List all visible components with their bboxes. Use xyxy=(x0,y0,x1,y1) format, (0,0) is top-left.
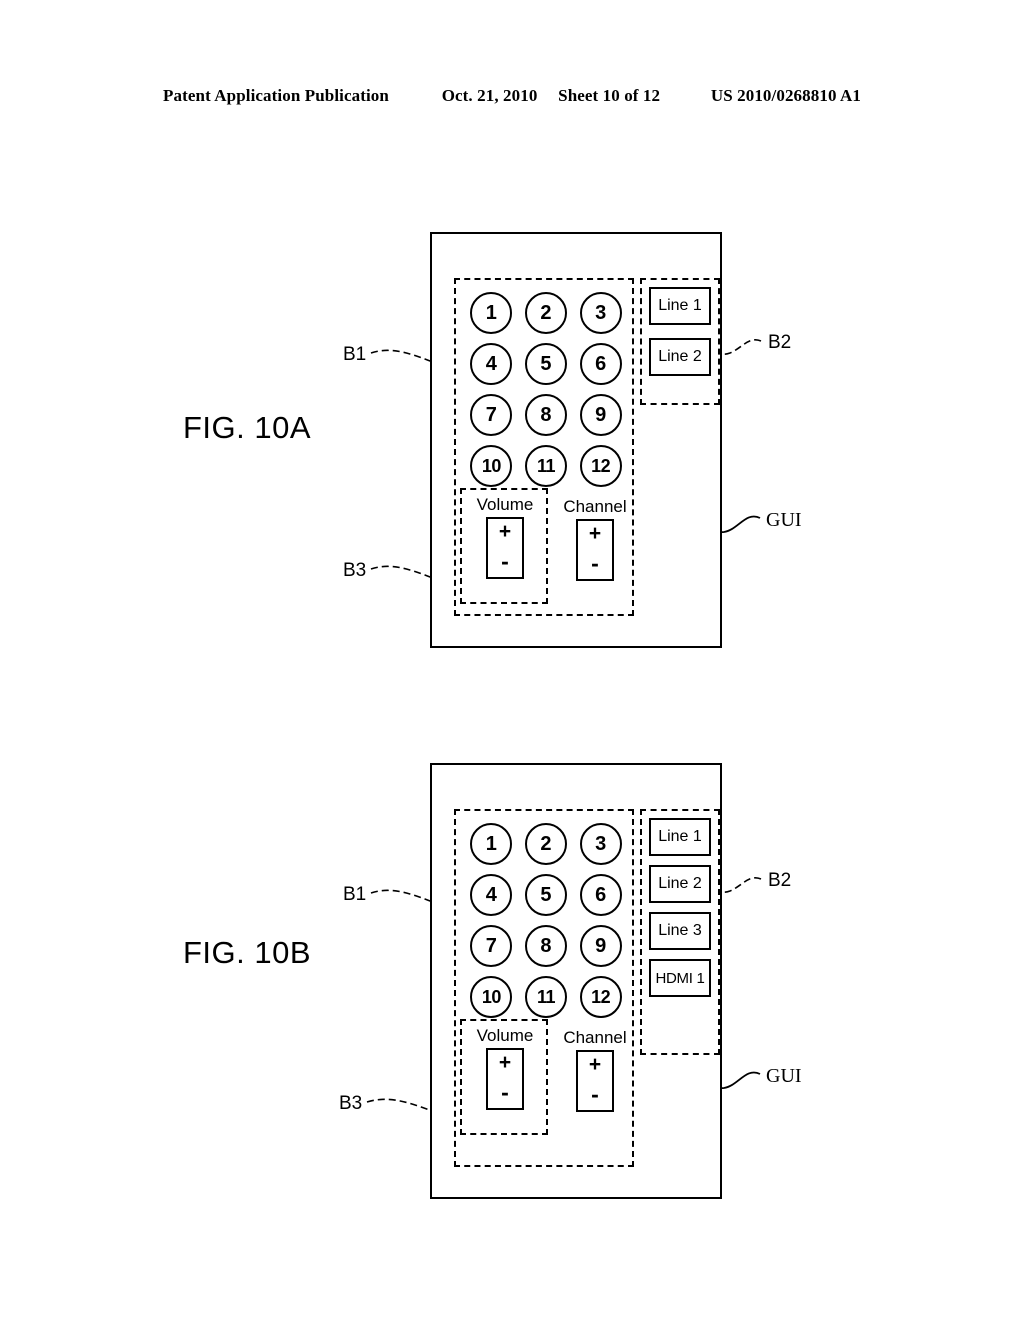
source-button-line-3[interactable]: Line 3 xyxy=(649,912,711,950)
figure-10b: FIG. 10B 1 2 3 4 5 6 7 8 9 10 11 12 Volu… xyxy=(0,735,1024,1235)
reference-label-b1: B1 xyxy=(343,344,367,365)
reference-label-gui: GUI xyxy=(766,509,802,531)
reference-label-b3: B3 xyxy=(339,1093,363,1114)
key-2[interactable]: 2 xyxy=(524,823,567,865)
publication-date: Oct. 21, 2010 xyxy=(441,86,538,105)
key-9[interactable]: 9 xyxy=(579,394,622,436)
key-8[interactable]: 8 xyxy=(524,925,567,967)
keypad-row: 1 2 3 xyxy=(456,823,636,865)
channel-down-button[interactable]: - xyxy=(591,1082,599,1106)
b3-volume-region: Volume + - xyxy=(460,1019,548,1135)
reference-label-b3: B3 xyxy=(343,560,367,581)
control-strip: Volume + - Channel + - xyxy=(456,1019,636,1135)
key-10[interactable]: 10 xyxy=(470,976,513,1018)
figure-10b-caption: FIG. 10B xyxy=(183,935,312,970)
key-1[interactable]: 1 xyxy=(470,292,513,334)
channel-up-button[interactable]: + xyxy=(589,523,601,544)
reference-label-b2: B2 xyxy=(768,870,792,891)
keypad-row: 7 8 9 xyxy=(456,394,636,436)
channel-label: Channel xyxy=(563,497,627,516)
figure-10a-caption: FIG. 10A xyxy=(183,410,312,445)
volume-label: Volume xyxy=(476,495,534,514)
numeric-keypad: 1 2 3 4 5 6 7 8 9 10 11 12 xyxy=(456,811,636,1027)
key-12[interactable]: 12 xyxy=(579,445,622,487)
volume-up-button[interactable]: + xyxy=(499,1052,511,1073)
key-5[interactable]: 5 xyxy=(524,343,567,385)
volume-control: Volume + - xyxy=(462,494,548,579)
source-button-hdmi-1[interactable]: HDMI 1 xyxy=(649,959,711,997)
key-11[interactable]: 11 xyxy=(524,976,567,1018)
keypad-row: 10 11 12 xyxy=(456,976,636,1018)
keypad-row: 1 2 3 xyxy=(456,292,636,334)
figure-10a: FIG. 10A 1 2 3 4 5 6 7 8 9 10 11 12 Volu… xyxy=(0,205,1024,685)
key-6[interactable]: 6 xyxy=(579,343,622,385)
key-6[interactable]: 6 xyxy=(579,874,622,916)
channel-label: Channel xyxy=(563,1028,627,1047)
volume-down-button[interactable]: - xyxy=(501,549,509,573)
b1-keypad-region: 1 2 3 4 5 6 7 8 9 10 11 12 Volume + - Ch… xyxy=(454,278,634,616)
channel-control: Channel + - xyxy=(554,492,636,604)
b1-keypad-region: 1 2 3 4 5 6 7 8 9 10 11 12 Volume + - Ch… xyxy=(454,809,634,1167)
numeric-keypad: 1 2 3 4 5 6 7 8 9 10 11 12 xyxy=(456,280,636,496)
key-12[interactable]: 12 xyxy=(579,976,622,1018)
channel-up-button[interactable]: + xyxy=(589,1054,601,1075)
source-button-line-1[interactable]: Line 1 xyxy=(649,287,711,325)
gui-frame: 1 2 3 4 5 6 7 8 9 10 11 12 Volume + - Ch… xyxy=(430,232,722,648)
volume-rocker: + - xyxy=(486,1047,524,1110)
key-1[interactable]: 1 xyxy=(470,823,513,865)
key-3[interactable]: 3 xyxy=(579,292,622,334)
key-7[interactable]: 7 xyxy=(470,925,513,967)
key-8[interactable]: 8 xyxy=(524,394,567,436)
patent-page-header: Patent Application Publication Oct. 21, … xyxy=(0,86,1024,106)
volume-up-button[interactable]: + xyxy=(499,521,511,542)
b3-volume-region: Volume + - xyxy=(460,488,548,604)
patent-number: US 2010/0268810 A1 xyxy=(710,86,861,105)
source-button-line-2[interactable]: Line 2 xyxy=(649,338,711,376)
volume-label: Volume xyxy=(476,1026,534,1045)
keypad-row: 7 8 9 xyxy=(456,925,636,967)
channel-down-button[interactable]: - xyxy=(591,551,599,575)
channel-control: Channel + - xyxy=(554,1023,636,1135)
b2-source-region: Line 1 Line 2 xyxy=(640,278,720,405)
volume-control: Volume + - xyxy=(462,1025,548,1110)
sheet-number: Sheet 10 of 12 xyxy=(558,86,661,105)
reference-label-b2: B2 xyxy=(768,332,792,353)
keypad-row: 4 5 6 xyxy=(456,343,636,385)
reference-label-b1: B1 xyxy=(343,884,367,905)
key-9[interactable]: 9 xyxy=(579,925,622,967)
key-2[interactable]: 2 xyxy=(524,292,567,334)
source-button-line-1[interactable]: Line 1 xyxy=(649,818,711,856)
key-11[interactable]: 11 xyxy=(524,445,567,487)
volume-down-button[interactable]: - xyxy=(501,1080,509,1104)
volume-rocker: + - xyxy=(486,516,524,579)
key-4[interactable]: 4 xyxy=(470,343,513,385)
channel-rocker: + - xyxy=(576,518,614,581)
b2-source-region: Line 1 Line 2 Line 3 HDMI 1 xyxy=(640,809,720,1055)
keypad-row: 10 11 12 xyxy=(456,445,636,487)
publication-label: Patent Application Publication xyxy=(163,86,389,105)
reference-label-gui: GUI xyxy=(766,1065,802,1087)
keypad-row: 4 5 6 xyxy=(456,874,636,916)
key-4[interactable]: 4 xyxy=(470,874,513,916)
key-10[interactable]: 10 xyxy=(470,445,513,487)
key-7[interactable]: 7 xyxy=(470,394,513,436)
gui-frame: 1 2 3 4 5 6 7 8 9 10 11 12 Volume + - Ch… xyxy=(430,763,722,1199)
source-button-line-2[interactable]: Line 2 xyxy=(649,865,711,903)
channel-rocker: + - xyxy=(576,1049,614,1112)
key-3[interactable]: 3 xyxy=(579,823,622,865)
key-5[interactable]: 5 xyxy=(524,874,567,916)
control-strip: Volume + - Channel + - xyxy=(456,488,636,604)
